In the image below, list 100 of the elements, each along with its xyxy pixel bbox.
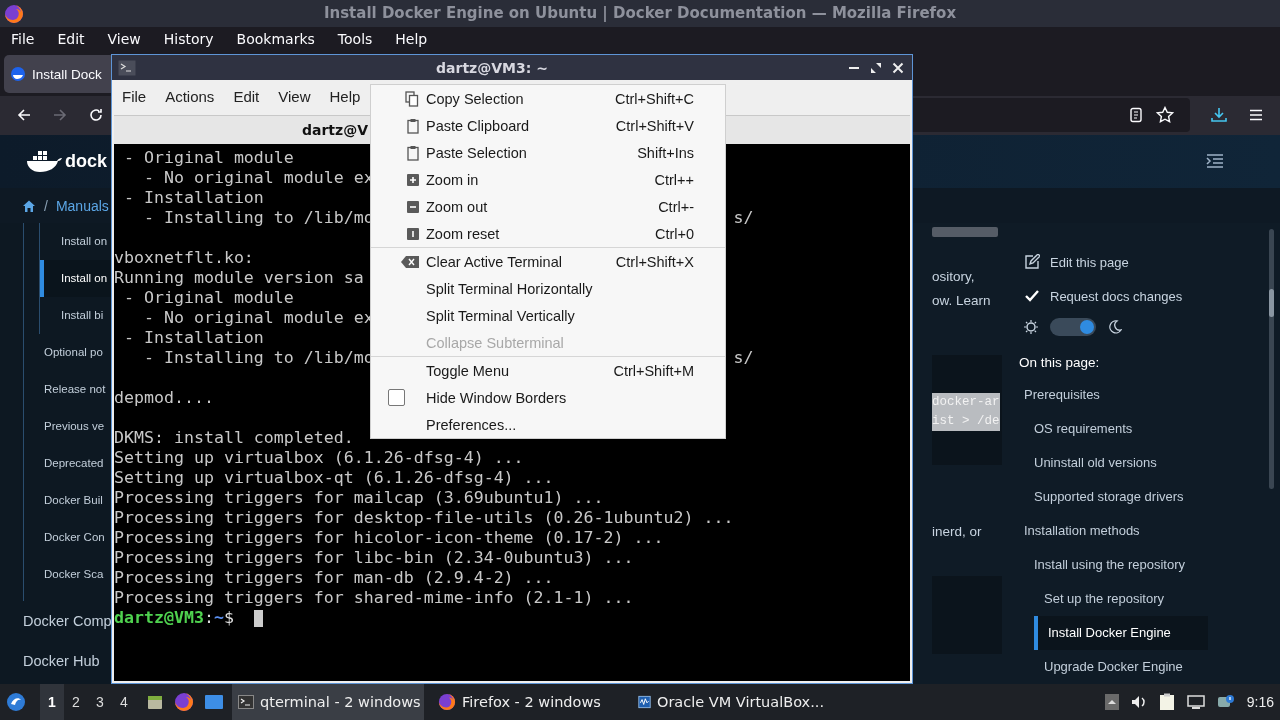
menu-item[interactable]: Zoom in Ctrl++ [371,166,725,193]
menu-item[interactable]: Tools [337,31,373,48]
toc-link[interactable]: Uninstall old versions [1024,446,1267,480]
terminal-output: Processing triggers for libc-bin (2.34-0ubuntu3) ... [114,548,634,567]
scrollbar[interactable] [1269,229,1274,489]
workspace-button[interactable]: 4 [112,684,136,720]
window-title: dartz@VM3: ~ [435,59,549,76]
nav-link[interactable]: Release not [24,371,111,408]
menu-item[interactable]: Hide Window Borders [371,384,725,411]
clock[interactable]: 9:16 [1246,694,1274,710]
code-snippet [932,227,998,237]
taskbar-button[interactable]: qterminal - 2 windows [232,684,424,720]
toc-toggle-icon[interactable] [1206,154,1224,169]
taskbar-button[interactable]: Oracle VM VirtualBox... [632,684,824,720]
terminal-output: Processing triggers for hicolor-icon-theme (0.17-2) ... [114,528,664,547]
menu-item[interactable]: History [163,31,214,48]
nav-link[interactable]: Optional po [24,334,111,371]
menu-item[interactable]: Edit [57,31,85,48]
toc-link[interactable]: Set up the repository [1024,582,1267,616]
edit-icon [1024,254,1040,270]
firefox-icon [4,4,24,24]
nav-link[interactable]: Install on [40,260,111,297]
volume-icon[interactable] [1130,694,1147,710]
checkbox[interactable] [388,389,405,406]
menu-item[interactable]: Split Terminal Horizontally [371,275,725,302]
window-title: Install Docker Engine on Ubuntu | Docker Documentation — Mozilla Firefox [323,4,957,23]
toc-link[interactable]: Install Docker Engine [1034,616,1208,650]
page-action-link[interactable]: Request docs changes [1024,279,1267,313]
toc-link[interactable]: OS requirements [1024,412,1267,446]
workspace-button[interactable]: 1 [40,684,64,720]
download-icon[interactable] [1210,106,1228,125]
terminal-output: Setting up virtualbox (6.1.26-dfsg-4) ... [114,448,524,467]
menu-item[interactable]: Clear Active Terminal Ctrl+Shift+X [371,248,725,275]
zoom-reset-icon [407,227,419,240]
firefox-icon[interactable] [174,692,194,712]
menu-item[interactable]: Help [395,31,428,48]
maximize-icon[interactable] [870,61,882,74]
menu-item[interactable]: File [11,31,35,48]
zoom-in-icon [407,173,419,186]
menu-item[interactable]: File [122,88,147,105]
home-icon[interactable] [22,198,36,213]
logo-text[interactable]: dock [65,150,107,172]
nav-link[interactable]: Install bi [40,297,111,334]
menu-item[interactable]: View [278,88,311,105]
notification-icon[interactable] [1216,694,1235,710]
paragraph-text: ository, [932,268,976,286]
file-manager-icon[interactable] [146,693,164,711]
nav-link[interactable]: Docker Sca [24,556,111,593]
menu-item[interactable]: Split Terminal Vertically [371,302,725,329]
taskbar-button[interactable]: Firefox - 2 windows [432,684,624,720]
reader-icon[interactable] [1128,107,1144,124]
sun-icon [1024,320,1038,334]
menu-item[interactable]: Edit [233,88,260,105]
menu-item[interactable]: Paste Clipboard Ctrl+Shift+V [371,112,725,139]
breadcrumb-link[interactable]: Manuals [55,197,109,214]
checkmark-icon [1024,288,1040,304]
menu-item[interactable]: Preferences... [371,411,725,438]
nav-link[interactable]: Docker Con [24,519,111,556]
menu-item[interactable]: Help [329,88,361,105]
network-icon[interactable] [1186,694,1205,710]
reload-icon[interactable] [88,107,104,124]
text-cursor [253,610,263,627]
toc-link[interactable]: Install using the repository [1024,548,1267,582]
start-menu-icon[interactable] [6,692,26,712]
menu-item[interactable]: Actions [165,88,215,105]
nav-link[interactable]: Docker Buil [24,482,111,519]
nav-link[interactable]: Docker Hub [0,641,111,681]
nav-link[interactable]: Install on [40,223,111,260]
star-icon[interactable] [1156,106,1174,125]
close-icon[interactable] [892,61,904,74]
breadcrumb-separator: / [44,197,48,214]
toc-link[interactable]: Supported storage drivers [1024,480,1267,514]
terminal-output: Processing triggers for man-db (2.9.4-2) ... [114,568,554,587]
terminal-output: Processing triggers for mailcap (3.69ubuntu1) ... [114,488,604,507]
toc-link[interactable]: Prerequisites [1024,378,1267,412]
browser-tab[interactable]: Install Dock [4,55,111,93]
workspace-button[interactable]: 3 [88,684,112,720]
moon-icon [1108,320,1122,334]
terminal-output: vboxnetflt.ko: [114,248,254,267]
nav-link[interactable]: Deprecated [24,445,111,482]
menu-item[interactable]: Zoom out Ctrl+- [371,193,725,220]
theme-toggle[interactable] [1050,318,1096,336]
menu-item[interactable]: Zoom reset Ctrl+0 [371,220,725,247]
paragraph-text: inerd, or [932,523,983,541]
menu-item[interactable]: View [107,31,141,48]
workspace-button[interactable]: 2 [64,684,88,720]
terminal-output: Running module version sa [114,268,364,287]
terminal-output: - Original module [123,148,294,167]
desktop-icon[interactable] [204,693,224,711]
menu-item[interactable]: Bookmarks [236,31,315,48]
toc-link[interactable]: Installation methods [1024,514,1267,548]
toc-link[interactable]: Upgrade Docker Engine [1024,650,1267,684]
clipboard-icon[interactable] [1158,693,1175,711]
terminal-output: DKMS: install completed. [114,428,354,447]
nav-link[interactable]: Previous ve [24,408,111,445]
nav-link[interactable]: Docker Comp [0,601,111,641]
menu-item[interactable]: Copy Selection Ctrl+Shift+C [371,85,725,112]
page-action-link[interactable]: Edit this page [1024,245,1267,279]
zoom-out-icon [407,200,419,213]
menu-item[interactable]: Toggle Menu Ctrl+Shift+M [371,357,725,384]
